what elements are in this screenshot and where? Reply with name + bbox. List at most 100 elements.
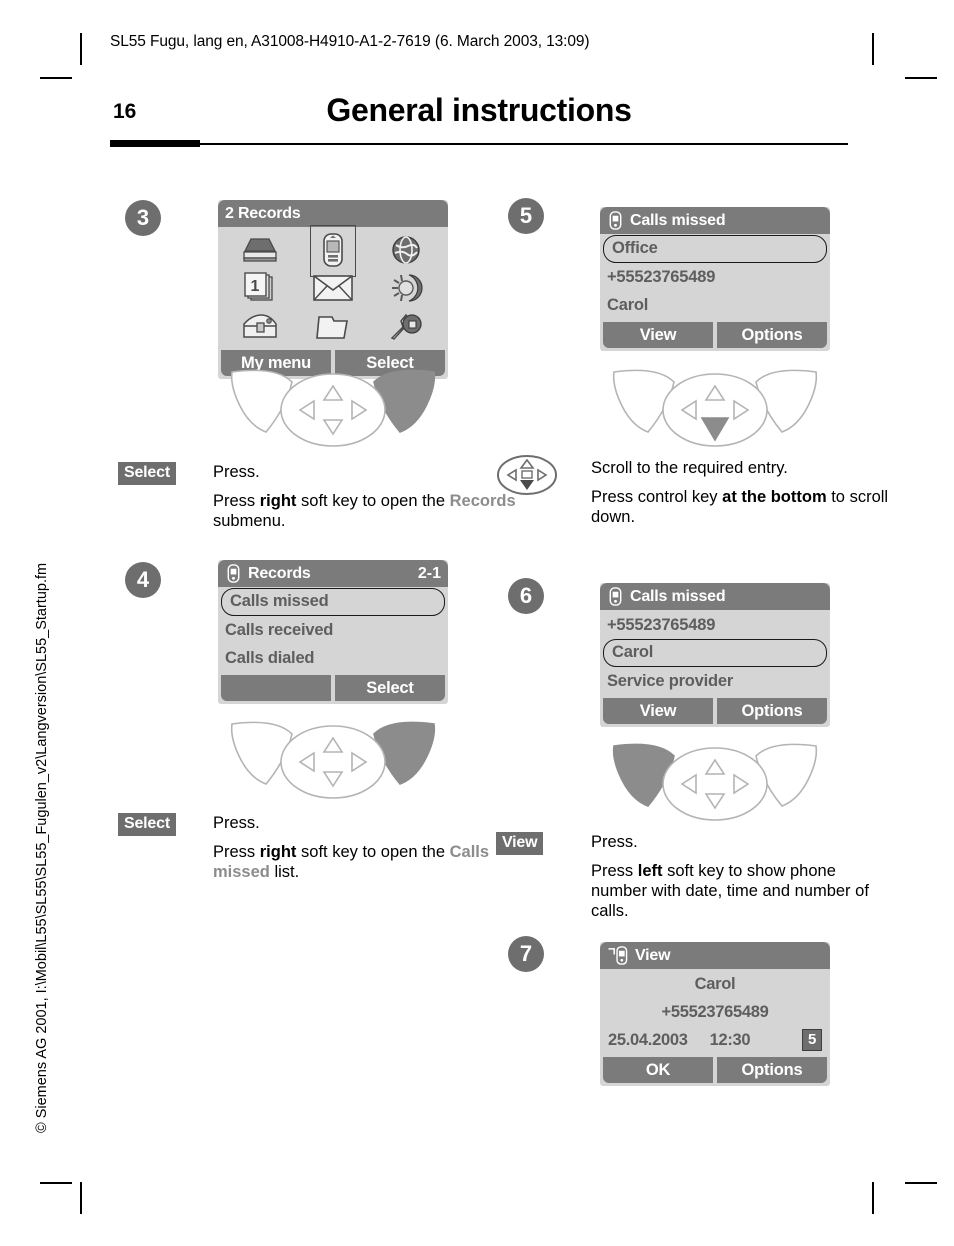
phone-icon [609, 587, 622, 606]
screen-body: Carol +55523765489 25.04.2003 12:30 5 OK… [600, 969, 830, 1086]
phone-screen-step6: Calls missed +55523765489 Carol Service … [600, 583, 830, 727]
grid-cell-internet[interactable] [375, 231, 437, 269]
screen-titlebar: Calls missed [600, 207, 830, 234]
title-rule-thick [110, 140, 200, 147]
screen-body: 1 My menu Select [218, 225, 448, 379]
list-item[interactable]: Carol [603, 639, 827, 667]
list-item[interactable]: Calls dialed [218, 644, 448, 672]
step-badge-4: 4 [125, 562, 161, 598]
missed-call-icon [608, 946, 628, 965]
softkey-right[interactable]: Select [335, 675, 445, 701]
list-item[interactable]: +55523765489 [600, 263, 830, 291]
running-header: SL55 Fugu, lang en, A31008-H4910-A1-2-76… [110, 33, 590, 50]
call-time: 12:30 [709, 1031, 751, 1049]
cropmark-top-right [872, 33, 874, 65]
instruction-step5: Scroll to the required entry. Press cont… [496, 455, 896, 528]
key-diagram-step6 [600, 736, 830, 828]
phone-screen-step7: View Carol +55523765489 25.04.2003 12:30… [600, 942, 830, 1086]
screen-title: View [635, 946, 671, 964]
instruction-line-1: Press. [591, 833, 638, 851]
softkey-right[interactable]: Options [717, 322, 827, 348]
grid-cell-folder[interactable] [302, 307, 364, 345]
instruction-step4: Select Press. Press right soft key to op… [118, 813, 518, 883]
softkey-right[interactable]: Options [717, 1057, 827, 1083]
softkey-left[interactable]: View [603, 322, 713, 348]
svg-text:1: 1 [251, 278, 260, 295]
softkey-right[interactable]: Options [717, 698, 827, 724]
softkey-label-badge: View [496, 832, 544, 855]
grid-cell-setup[interactable] [375, 307, 437, 345]
screen-body: +55523765489 Carol Service provider View… [600, 610, 830, 727]
list-item[interactable]: Calls received [218, 616, 448, 644]
screen-title-index: 2-1 [417, 564, 441, 582]
list-item[interactable]: +55523765489 [600, 611, 830, 639]
phone-screen-step5: Calls missed Office +55523765489 Carol V… [600, 207, 830, 351]
folder-icon [316, 316, 348, 339]
setup-wrench-icon [390, 313, 422, 340]
cropmark-right-bottom [905, 1182, 937, 1184]
messages-icon: 1 [244, 272, 273, 301]
title-rule-thin [200, 143, 848, 145]
phone-icon [323, 233, 343, 267]
screen-titlebar: Records 2-1 [218, 560, 448, 587]
cropmark-left-bottom [40, 1182, 72, 1184]
chest-icon [243, 314, 278, 338]
screen-body: Office +55523765489 Carol View Options [600, 234, 830, 351]
softkey-bar: Select [218, 672, 448, 704]
screen-title: Records [248, 564, 311, 582]
key-diagram-step4 [218, 714, 448, 806]
page-title: General instructions [326, 92, 632, 128]
screen-titlebar: 2 Records [218, 200, 448, 227]
instruction-line-1: Press. [213, 814, 260, 832]
list-item[interactable]: Carol [600, 291, 830, 319]
phone-icon [227, 564, 240, 583]
contact-name: Carol [694, 975, 736, 993]
softkey-left[interactable] [221, 675, 331, 701]
softkey-bar: OK Options [600, 1054, 830, 1086]
grid-cell-messages[interactable]: 1 [229, 269, 291, 307]
sun-moon-icon [391, 274, 423, 302]
instruction-step3: Select Press. Press right soft key to op… [118, 462, 518, 532]
step-badge-5: 5 [508, 198, 544, 234]
grid-cell-sun-moon[interactable] [375, 269, 437, 307]
cropmark-top-left [80, 33, 82, 65]
phone-screen-step4: Records 2-1 Calls missed Calls received … [218, 560, 448, 704]
list-item[interactable]: Service provider [600, 667, 830, 695]
grid-cell-envelope[interactable] [302, 269, 364, 307]
phone-icon [609, 211, 622, 230]
icon-grid: 1 [218, 225, 448, 347]
list-item[interactable]: Office [603, 235, 827, 263]
screen-title: Calls missed [630, 587, 726, 605]
instruction-line-2: Press left soft key to show phone number… [591, 862, 869, 920]
softkey-left[interactable]: View [603, 698, 713, 724]
step-badge-6: 6 [508, 578, 544, 614]
contact-number: +55523765489 [661, 1003, 769, 1021]
screen-body: Calls missed Calls received Calls dialed… [218, 587, 448, 704]
softkey-left[interactable]: OK [603, 1057, 713, 1083]
instruction-line-2: Press right soft key to open the Calls m… [213, 843, 490, 881]
screen-title: 2 Records [225, 204, 301, 222]
grid-cell-chest[interactable] [229, 307, 291, 345]
screen-titlebar: View [600, 942, 830, 969]
internet-globe-icon [391, 236, 420, 264]
phone-screen-step3: 2 Records 1 My menu Select [218, 200, 448, 379]
cropmark-right-top [905, 77, 937, 79]
cropmark-bottom-right [872, 1182, 874, 1214]
phonebook-icon [243, 238, 277, 262]
instruction-line-2: Press right soft key to open the Records… [213, 492, 516, 530]
screen-title: Calls missed [630, 211, 726, 229]
key-diagram-step3 [218, 362, 448, 454]
envelope-icon [313, 275, 353, 301]
instruction-line-1: Press. [213, 463, 260, 481]
call-count-badge: 5 [801, 1029, 822, 1051]
list-item[interactable]: Calls missed [221, 588, 445, 616]
screen-titlebar: Calls missed [600, 583, 830, 610]
grid-cell-phonebook[interactable] [229, 231, 291, 269]
softkey-bar: View Options [600, 695, 830, 727]
grid-cell-phone[interactable] [302, 225, 364, 277]
softkey-label-badge: Select [118, 462, 176, 485]
call-meta-row: 25.04.2003 12:30 5 [600, 1026, 830, 1054]
cropmark-bottom-left [80, 1182, 82, 1214]
side-footer-note: © Siemens AG 2001, I:\Mobil\L55\SL55\SL5… [34, 562, 50, 1133]
instruction-step6: View Press. Press left soft key to show … [496, 832, 896, 922]
